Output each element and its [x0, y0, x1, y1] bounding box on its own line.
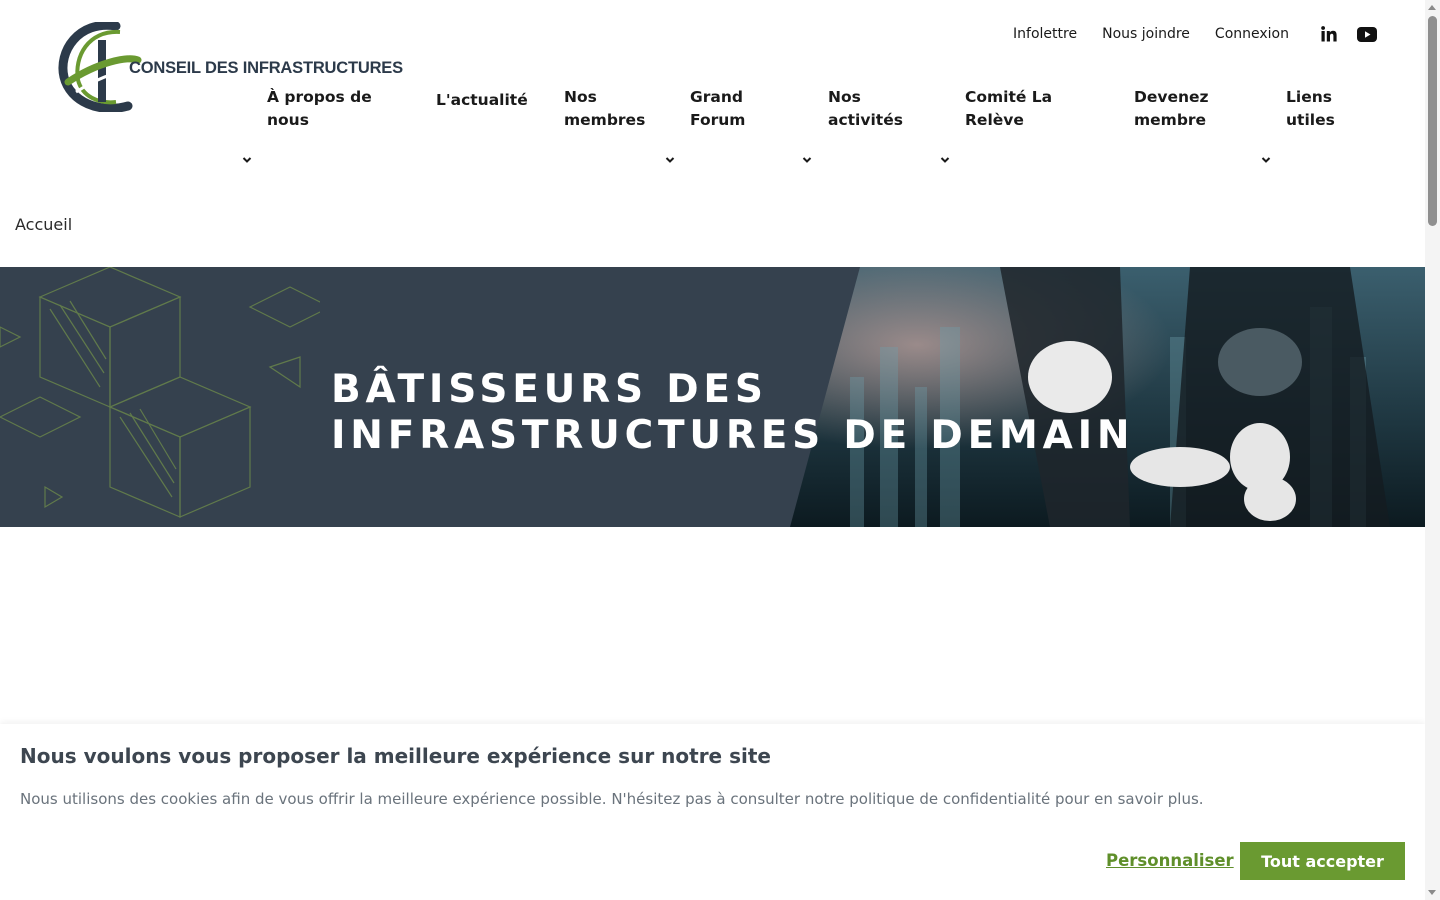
accept-all-button[interactable]: Tout accepter: [1240, 842, 1405, 880]
logo-text: CONSEIL DES INFRASTRUCTURES: [129, 59, 403, 77]
scroll-thumb[interactable]: [1428, 16, 1437, 226]
chevron-down-icon[interactable]: [242, 155, 252, 165]
nav-label: Comité La: [965, 88, 1053, 106]
chevron-down-icon[interactable]: [665, 155, 675, 165]
chevron-down-icon[interactable]: [940, 155, 950, 165]
youtube-icon[interactable]: [1357, 24, 1377, 44]
nav-label: Nos: [828, 88, 861, 106]
nav-item-useful-links[interactable]: Liens utiles: [1286, 86, 1335, 132]
hero-title-line: BÂTISSEURS DES: [331, 367, 768, 412]
vertical-scrollbar[interactable]: [1425, 0, 1440, 900]
cookie-banner: Nous voulons vous proposer la meilleure …: [0, 724, 1425, 900]
nav-label: Grand: [690, 88, 743, 106]
nav-label: Nos: [564, 88, 597, 106]
cookie-text: Nous utilisons des cookies afin de vous …: [20, 790, 1204, 808]
nav-label: À propos de: [267, 88, 372, 106]
linkedin-icon[interactable]: [1319, 24, 1339, 44]
nav-item-members[interactable]: Nos membres: [564, 86, 645, 132]
breadcrumb[interactable]: Accueil: [15, 215, 72, 234]
nav-label: activités: [828, 111, 903, 129]
cookie-title: Nous voulons vous proposer la meilleure …: [20, 744, 771, 768]
nav-label: Relève: [965, 111, 1024, 129]
nav-label: Forum: [690, 111, 746, 129]
nav-label: utiles: [1286, 111, 1335, 129]
nav-item-news[interactable]: L'actualité: [436, 89, 528, 112]
utility-nav: Infolettre Nous joindre Connexion: [1013, 24, 1377, 44]
contact-link[interactable]: Nous joindre: [1102, 26, 1190, 42]
customize-button[interactable]: Personnaliser: [1106, 851, 1234, 870]
nav-label: Liens: [1286, 88, 1332, 106]
nav-label: L'actualité: [436, 91, 528, 109]
nav-label: nous: [267, 111, 309, 129]
chevron-down-icon[interactable]: [1261, 155, 1271, 165]
page: CONSEIL DES INFRASTRUCTURES Infolettre N…: [0, 0, 1425, 900]
geometric-pattern-icon: [0, 267, 320, 518]
nav-label: Devenez: [1134, 88, 1209, 106]
nav-label: membre: [1134, 111, 1207, 129]
nav-item-grand-forum[interactable]: Grand Forum: [690, 86, 745, 132]
hero-title: BÂTISSEURS DES INFRASTRUCTURES DE DEMAIN: [331, 367, 1134, 459]
nav-item-releve[interactable]: Comité La Relève: [965, 86, 1052, 132]
scroll-down-icon[interactable]: [1428, 890, 1436, 895]
scroll-up-icon[interactable]: [1428, 5, 1436, 10]
login-link[interactable]: Connexion: [1215, 26, 1289, 42]
newsletter-link[interactable]: Infolettre: [1013, 26, 1077, 42]
main-nav: À propos de nous L'actualité Nos membres…: [0, 86, 1425, 176]
nav-item-about[interactable]: À propos de nous: [267, 86, 372, 132]
nav-label: membres: [564, 111, 646, 129]
nav-item-become-member[interactable]: Devenez membre: [1134, 86, 1209, 132]
hero-banner: BÂTISSEURS DES INFRASTRUCTURES DE DEMAIN: [0, 267, 1425, 527]
chevron-down-icon[interactable]: [802, 155, 812, 165]
hero-title-line: INFRASTRUCTURES DE DEMAIN: [331, 413, 1135, 458]
nav-item-activities[interactable]: Nos activités: [828, 86, 903, 132]
